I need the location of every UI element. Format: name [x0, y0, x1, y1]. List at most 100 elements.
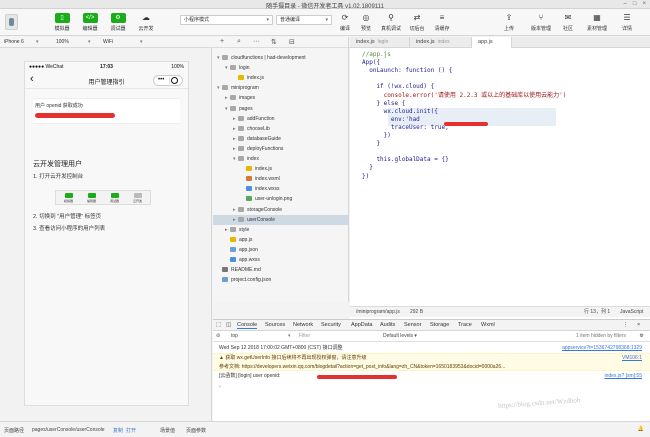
more-icon[interactable]: •••	[158, 77, 164, 83]
sort-icon[interactable]: ⇅	[271, 38, 277, 46]
tree-item[interactable]: ▸ images	[213, 93, 349, 103]
cloud-button[interactable]: ☁ 云开发	[134, 13, 158, 32]
console-prompt[interactable]: ›	[213, 383, 650, 392]
inspect-icon[interactable]: ◫	[226, 322, 231, 328]
open-link[interactable]: 打开	[126, 427, 136, 434]
tab-trace[interactable]: Trace	[458, 322, 472, 328]
tree-item[interactable]: ▾ cloudfunctions | had-development	[213, 53, 349, 63]
close-icon[interactable]: ×	[637, 322, 640, 328]
clear-icon[interactable]: ⊘	[216, 333, 220, 339]
tree-item[interactable]: ▾ pages	[213, 104, 349, 114]
collapse-icon[interactable]: ⊟	[289, 38, 295, 46]
context-select[interactable]: top	[231, 333, 238, 339]
close-circle-icon[interactable]	[171, 77, 178, 84]
material-button[interactable]: ▦ 素材管理	[585, 13, 609, 32]
upload-icon: ⇪	[505, 13, 513, 22]
tree-item[interactable]: project.config.json	[213, 275, 349, 285]
search-icon[interactable]: ⌕	[237, 38, 241, 46]
copy-link[interactable]: 复制	[113, 427, 123, 434]
tree-item-label: index.js	[247, 75, 264, 82]
code-text: })	[362, 172, 370, 180]
clear-cache-button[interactable]: ≡ 清缓存	[430, 13, 454, 32]
tab-sources[interactable]: Sources	[265, 322, 285, 328]
tab-network[interactable]: Network	[293, 322, 313, 328]
source-link[interactable]: index.js? [sm]:55	[604, 372, 642, 381]
preview-button[interactable]: ◎ 预览	[354, 13, 378, 32]
language-mode[interactable]: JavaScript	[620, 307, 643, 318]
zoom-select[interactable]: 100%	[56, 39, 69, 45]
battery-label: 100%	[171, 64, 184, 70]
tree-item[interactable]: ▾ login	[213, 63, 349, 73]
notification-icon[interactable]: 🔔	[638, 426, 644, 432]
compile-mode-select[interactable]: 普通编译 ▾	[276, 15, 332, 25]
avatar[interactable]	[5, 14, 18, 30]
tree-item[interactable]: ▾ miniprogram	[213, 83, 349, 93]
remote-debug-button[interactable]: ⚲ 真机调试	[379, 13, 403, 32]
tree-item[interactable]: ▸ deployFunctions	[213, 144, 349, 154]
tree-item[interactable]: app.wxss	[213, 255, 349, 265]
mode-select[interactable]: 小程序模式 ▾	[180, 15, 273, 25]
tab-console[interactable]: Console	[237, 322, 258, 329]
tab-storage[interactable]: Storage	[430, 322, 449, 328]
debugger-button[interactable]: ⚙ 调试器	[106, 13, 130, 32]
more-icon[interactable]: ···	[253, 38, 260, 45]
tree-item[interactable]: ▸ style	[213, 225, 349, 235]
tree-item[interactable]: ▸ chooseLib	[213, 124, 349, 134]
tree-item[interactable]: index.js	[213, 73, 349, 83]
device-select[interactable]: iPhone 6	[4, 39, 24, 45]
community-button[interactable]: ✉ 社区	[556, 13, 580, 32]
maximize-icon[interactable]: □	[633, 1, 637, 7]
devtools-icon[interactable]: ⬚	[216, 322, 221, 328]
tree-item[interactable]: user-unlogin.png	[213, 194, 349, 204]
phone-screen[interactable]: ●●●●● WeChat 17:03 100% ‹ 用户管理指引 ••• 用户 …	[24, 61, 189, 406]
tab-appdata[interactable]: AppData	[351, 322, 372, 328]
add-icon[interactable]: +	[220, 38, 224, 45]
tree-item[interactable]: ▾ index	[213, 154, 349, 164]
tree-item[interactable]: README.md	[213, 265, 349, 275]
close-icon[interactable]: ×	[642, 1, 646, 7]
tree-item[interactable]: app.json	[213, 245, 349, 255]
tree-item[interactable]: ▸ databaseGuide	[213, 134, 349, 144]
code-line: console.error('请使用 2.2.3 或以上的基础库以使用云能力')	[350, 92, 650, 100]
scene-label[interactable]: 场景值	[160, 427, 175, 434]
upload-button[interactable]: ⇪ 上传	[497, 13, 521, 32]
tab-security[interactable]: Security	[321, 322, 341, 328]
tree-item[interactable]: index.js	[213, 164, 349, 174]
tab-login-index-js[interactable]: index.js login	[350, 37, 410, 48]
details-button[interactable]: ☰ 详情	[615, 13, 639, 32]
background-button[interactable]: ⇄ 切后台	[405, 13, 429, 32]
tree-item[interactable]: index.wxss	[213, 184, 349, 194]
wxml-file-icon	[246, 176, 252, 182]
tree-item[interactable]: ▸ userConsole	[213, 214, 349, 225]
minimize-icon[interactable]: –	[624, 1, 627, 7]
code-text: traceUser: true,	[362, 123, 449, 131]
tree-item[interactable]: ▸ addFunction	[213, 114, 349, 124]
levels-select[interactable]: Default levels ▾	[383, 333, 417, 339]
code-area[interactable]: //app.js App({ onLaunch: function () { if…	[350, 49, 650, 300]
tab-index-index-js[interactable]: index.js index	[410, 37, 472, 48]
phone-icon: ▯	[54, 13, 70, 23]
file-path: /miniprogram/app.js	[356, 309, 400, 315]
tree-item[interactable]: index.wxml	[213, 174, 349, 184]
tree-item[interactable]: app.js	[213, 235, 349, 245]
editor-button[interactable]: </> 编辑器	[78, 13, 102, 32]
tab-app-js[interactable]: app.js	[472, 37, 512, 48]
more-icon[interactable]: ⋮	[623, 322, 629, 328]
filter-input[interactable]: Filter	[299, 333, 310, 339]
source-link[interactable]: appservice?t=1536742798368:1329	[562, 344, 642, 353]
version-button[interactable]: ⑂ 版本管理	[529, 13, 553, 32]
page-params-label[interactable]: 页面参数	[186, 427, 206, 434]
code-text: }	[362, 140, 381, 148]
folder-file-icon	[230, 65, 236, 71]
tab-wxml[interactable]: Wxml	[481, 322, 495, 328]
simulator-button[interactable]: ▯ 模拟器	[50, 13, 74, 32]
network-select[interactable]: WiFi	[103, 39, 113, 45]
source-link[interactable]: VM106:1	[622, 354, 642, 363]
tree-item[interactable]: ▸ storageConsole	[213, 205, 349, 215]
tab-sensor[interactable]: Sensor	[404, 322, 421, 328]
tree-item-label: deployFunctions	[247, 145, 284, 152]
gear-icon[interactable]: ⚙	[640, 333, 644, 339]
tree-item-label: databaseGuide	[247, 135, 281, 142]
capsule-menu[interactable]: •••	[153, 75, 183, 86]
tab-audits[interactable]: Audits	[380, 322, 395, 328]
